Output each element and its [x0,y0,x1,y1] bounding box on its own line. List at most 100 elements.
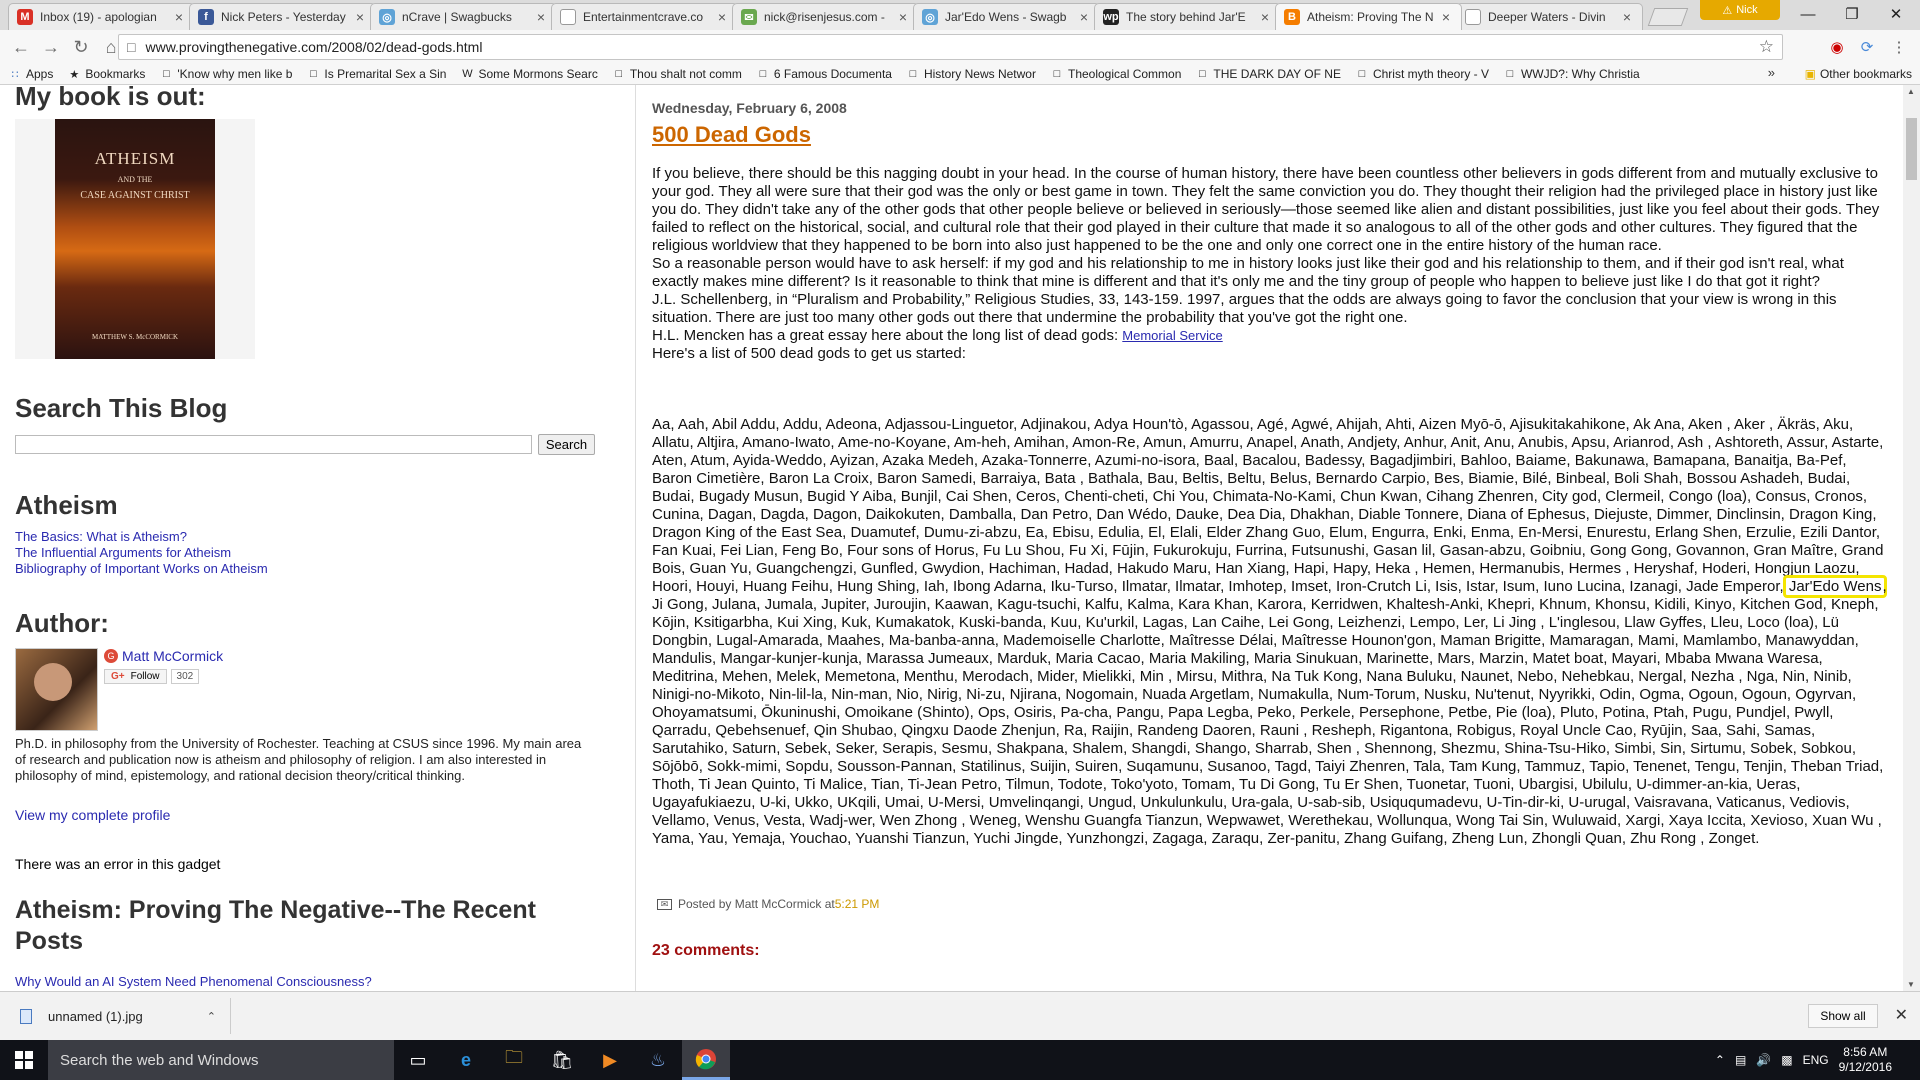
bookmark-item[interactable]: □ Is Premarital Sex a Sin [306,67,446,81]
atheism-link-bibliography[interactable]: Bibliography of Important Works on Athei… [15,561,268,576]
warning-icon: ⚠ [1722,4,1733,17]
author-bio: Ph.D. in philosophy from the University … [15,736,582,783]
scrollbar-thumb[interactable] [1906,118,1917,180]
close-tab-icon[interactable]: × [896,9,910,25]
post-footer: ✉ Posted by Matt McCormick at 5:21 PM [657,897,879,911]
profile-badge[interactable]: ⚠ Nick [1700,0,1780,20]
file-explorer-icon[interactable]: 🗀 [490,1040,538,1080]
app-icon[interactable]: ♨ [634,1040,682,1080]
page-icon: □ [1053,68,1061,80]
menu-icon[interactable]: ⋮ [1888,36,1910,58]
dead-gods-list: Aa, Aah, Abil Addu, Addu, Adeona, Adjass… [652,416,1889,848]
browser-tab[interactable]: Deeper Waters - Divin × [1456,3,1643,30]
page-info-icon[interactable]: □ [127,39,135,55]
volume-icon[interactable]: 🔊 [1756,1053,1771,1067]
follow-button[interactable]: G+ Follow [104,668,167,684]
tray-overflow-icon[interactable]: ⌃ [1715,1053,1725,1067]
browser-tab[interactable]: ◎ nCrave | Swagbucks × [370,3,557,30]
search-input[interactable] [15,435,532,454]
store-icon[interactable]: 🛍 [538,1040,586,1080]
notifications-icon[interactable]: ▩ [1781,1053,1792,1067]
browser-tab[interactable]: ✉ nick@risenjesus.com - × [732,3,919,30]
network-icon[interactable]: ▤ [1735,1053,1746,1067]
recent-post-link[interactable]: Why Would an AI System Need Phenomenal C… [15,974,372,989]
post-time-link[interactable]: 5:21 PM [835,897,880,911]
edge-icon[interactable]: e [442,1040,490,1080]
close-tab-icon[interactable]: × [172,9,186,25]
new-tab-button[interactable] [1647,8,1689,26]
close-window-button[interactable]: ✕ [1874,0,1918,28]
bookmark-item[interactable]: ★ Bookmarks [67,67,145,81]
close-tab-icon[interactable]: × [715,9,729,25]
email-post-icon[interactable]: ✉ [657,898,672,910]
bookmark-item[interactable]: □ History News Networ [906,67,1036,81]
close-tab-icon[interactable]: × [534,9,548,25]
swagbucks-icon: ◎ [922,9,938,25]
close-tab-icon[interactable]: × [1620,9,1634,25]
mail-icon: ✉ [741,9,757,25]
show-all-downloads-button[interactable]: Show all [1808,1004,1878,1028]
maximize-button[interactable]: ❐ [1830,0,1874,28]
download-item[interactable]: unnamed (1).jpg ⌃ [10,1000,230,1032]
bookmark-item[interactable]: W Some Mormons Searc [460,67,598,81]
close-tab-icon[interactable]: × [1258,9,1272,25]
minimize-button[interactable]: — [1786,0,1830,28]
memorial-service-link[interactable]: Memorial Service [1122,328,1222,343]
bookmark-label: Christ myth theory - V [1372,67,1489,81]
close-tab-icon[interactable]: × [1077,9,1091,25]
search-button[interactable]: Search [538,434,595,455]
taskbar-search-box[interactable]: Search the web and Windows [48,1040,394,1080]
view-profile-link[interactable]: View my complete profile [15,807,170,823]
bookmark-label: Thou shalt not comm [629,67,742,81]
star-icon: ★ [69,68,80,81]
browser-tab[interactable]: ◎ Jar'Edo Wens - Swagb × [913,3,1100,30]
scroll-up-arrow-icon[interactable]: ▲ [1907,87,1915,96]
language-indicator[interactable]: ENG [1803,1053,1829,1067]
bookmark-label: History News Networ [923,67,1036,81]
page-scrollbar[interactable]: ▲ ▼ [1903,85,1920,991]
atheism-link-arguments[interactable]: The Influential Arguments for Atheism [15,545,231,560]
forward-button[interactable]: → [36,34,66,60]
reload-icon: ↻ [73,36,89,57]
bookmark-item[interactable]: □ WWJD?: Why Christia [1503,67,1640,81]
scroll-down-arrow-icon[interactable]: ▼ [1907,980,1915,989]
atheism-link-basics[interactable]: The Basics: What is Atheism? [15,529,187,544]
browser-tab[interactable]: wp The story behind Jar'E × [1094,3,1281,30]
bookmark-item[interactable]: □ Thou shalt not comm [612,67,742,81]
bookmark-star-icon[interactable]: ☆ [1759,37,1774,57]
extension-red-icon[interactable]: ◉ [1826,36,1848,58]
extension-blue-icon[interactable]: ⟳ [1856,36,1878,58]
bookmark-item[interactable]: ∷ Apps [8,67,54,81]
bookmark-item[interactable]: □ Christ myth theory - V [1355,67,1489,81]
bookmark-item[interactable]: □ THE DARK DAY OF NE [1195,67,1341,81]
mencken-text: H.L. Mencken has a great essay here abou… [652,327,1123,344]
browser-tab[interactable]: f Nick Peters - Yesterday × [189,3,376,30]
bookmark-item[interactable]: □ Theological Common [1050,67,1182,81]
reload-button[interactable]: ↻ [66,34,96,60]
media-player-icon[interactable]: ▶ [586,1040,634,1080]
page-icon: □ [909,68,917,80]
address-bar[interactable]: □ www.provingthenegative.com/2008/02/dea… [118,34,1783,60]
book-cover-image[interactable]: ATHEISM AND THE CASE AGAINST CHRIST MATT… [55,119,215,359]
chevron-up-icon[interactable]: ⌃ [207,1010,216,1023]
author-name-link[interactable]: Matt McCormick [122,648,223,664]
author-heading: Author: [15,608,109,638]
taskbar-clock[interactable]: 8:56 AM 9/12/2016 [1839,1045,1892,1075]
start-button[interactable] [0,1040,48,1080]
back-button[interactable]: ← [6,34,36,60]
browser-tab[interactable]: B Atheism: Proving The N × [1275,3,1462,30]
close-tab-icon[interactable]: × [353,9,367,25]
bookmark-item[interactable]: □ 6 Famous Documenta [756,67,892,81]
task-view-icon[interactable]: ▭ [394,1040,442,1080]
close-download-bar-icon[interactable]: ✕ [1895,1005,1908,1025]
browser-tab[interactable]: M Inbox (19) - apologian × [8,3,195,30]
bookmark-item[interactable]: □ 'Know why men like b [159,67,292,81]
author-avatar[interactable] [15,648,98,731]
url-text[interactable]: www.provingthenegative.com/2008/02/dead-… [145,39,482,55]
bookmarks-overflow-button[interactable]: » [1768,65,1775,80]
close-tab-icon[interactable]: × [1439,9,1453,25]
browser-tab[interactable]: Entertainmentcrave.co × [551,3,738,30]
chrome-icon[interactable] [682,1040,730,1080]
post-title[interactable]: 500 Dead Gods [652,122,811,148]
other-bookmarks[interactable]: ▣ Other bookmarks [1805,67,1912,81]
